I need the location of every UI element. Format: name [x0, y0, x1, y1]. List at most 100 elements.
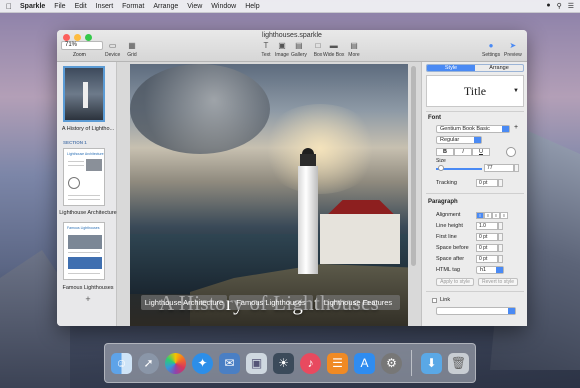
device-button[interactable]: ▭ Device [105, 40, 120, 59]
tab-arrange[interactable]: Arrange [475, 65, 523, 71]
space-after-stepper[interactable] [498, 255, 503, 263]
appstore-icon[interactable]: A [354, 352, 375, 374]
first-line-label: First line [436, 234, 457, 240]
zoom-select[interactable]: 71% [61, 41, 103, 50]
font-color-well[interactable] [506, 147, 516, 157]
downloads-icon[interactable]: ⬇ [421, 352, 442, 374]
space-before-label: Space before [436, 245, 469, 251]
user-icon[interactable]: ● [546, 2, 550, 10]
style-dropdown-icon[interactable]: ▼ [513, 88, 519, 94]
preview-icon[interactable]: ▣ [246, 352, 267, 374]
page-3-label[interactable]: Famous Lighthouses [59, 285, 117, 291]
revert-to-style-button[interactable]: Revert to style [478, 278, 518, 286]
page-2-label[interactable]: Lighthouse Architecture [59, 210, 117, 216]
menu-insert[interactable]: Insert [96, 3, 114, 10]
editor-canvas[interactable]: A History of Lighthouses [117, 62, 421, 326]
underline-button[interactable]: U [472, 148, 490, 156]
gallery-button[interactable]: ▤ Gallery [291, 40, 307, 59]
apple-icon[interactable]:  [6, 2, 12, 11]
menu-file[interactable]: File [54, 3, 65, 10]
align-right-icon[interactable]: ≡ [492, 212, 500, 219]
lighthouse-image [298, 166, 318, 274]
size-stepper[interactable] [514, 164, 519, 172]
link-checkbox[interactable] [432, 298, 437, 303]
bold-button[interactable]: B [436, 148, 454, 156]
menu-window[interactable]: Window [211, 3, 236, 10]
nav-button-architecture[interactable]: Lighthouse Architecture [141, 295, 227, 310]
image-button[interactable]: ▣ Image [275, 40, 289, 59]
first-line-field[interactable]: 0 pt [476, 233, 498, 241]
page-thumbnail-1[interactable] [63, 66, 105, 122]
space-before-field[interactable]: 0 pt [476, 244, 498, 252]
page-1-label[interactable]: A History of Lightho... [59, 126, 117, 132]
tab-style[interactable]: Style [427, 65, 475, 71]
text-button[interactable]: T Text [259, 40, 273, 59]
canvas-scrollbar[interactable] [411, 66, 416, 266]
tracking-stepper[interactable] [498, 179, 503, 187]
widebox-button[interactable]: ▬ Wide Box [323, 40, 344, 59]
inspector-tabs: Style Arrange [426, 64, 524, 72]
space-before-stepper[interactable] [498, 244, 503, 252]
page-thumbnail-3[interactable]: Famous Lighthouses [63, 222, 105, 280]
image-icon: ▣ [278, 40, 286, 50]
align-left-icon[interactable]: ≡ [476, 212, 484, 219]
preview-icon: ➤ [509, 40, 517, 50]
menu-edit[interactable]: Edit [75, 3, 87, 10]
preview-button[interactable]: ➤ Preview [504, 40, 522, 59]
italic-button[interactable]: I [454, 148, 472, 156]
search-icon[interactable]: ⚲ [557, 2, 562, 10]
music-icon[interactable]: ♪ [300, 352, 321, 374]
size-label: Size [436, 158, 446, 164]
first-line-stepper[interactable] [498, 233, 503, 241]
nav-button-famous[interactable]: Famous Lighthouses [229, 295, 313, 310]
size-slider-knob[interactable] [438, 165, 444, 171]
line-height-label: Line height [436, 223, 463, 229]
settings-icon[interactable]: ⚙ [381, 352, 402, 374]
style-preview[interactable]: Title [426, 75, 524, 107]
list-icon[interactable]: ☰ [568, 2, 574, 10]
photos-app-icon[interactable]: ☀ [273, 352, 294, 374]
slide-hero-image[interactable]: A History of Lighthouses [130, 64, 408, 326]
page-thumbnail-2[interactable]: Lighthouse Architecture [63, 148, 105, 206]
photos-icon[interactable] [165, 352, 186, 374]
menu-view[interactable]: View [187, 3, 202, 10]
tracking-field[interactable]: 0 pt [476, 179, 498, 187]
space-after-label: Space after [436, 256, 465, 262]
books-icon[interactable]: ☰ [327, 352, 348, 374]
size-field[interactable]: 77 [484, 164, 514, 172]
font-family-select[interactable]: Gentium Book Basic [436, 125, 510, 133]
add-font-icon[interactable]: + [514, 124, 518, 131]
more-button[interactable]: ▤ More [347, 40, 361, 59]
align-center-icon[interactable]: ≡ [484, 212, 492, 219]
toolbar: lighthouses.sparkle 71% Zoom ▭ Device ▦ … [57, 30, 527, 62]
grid-button[interactable]: ▦ Grid [125, 40, 139, 59]
mail-icon[interactable]: ✉ [219, 352, 240, 374]
html-tag-select[interactable]: h1 [476, 266, 504, 274]
align-justify-icon[interactable]: ≡ [500, 212, 508, 219]
apply-to-style-button[interactable]: Apply to style [436, 278, 474, 286]
space-after-field[interactable]: 0 pt [476, 255, 498, 263]
page-sidebar: A History of Lightho... SECTION 1 Lighth… [57, 62, 117, 326]
link-label: Link [440, 297, 451, 303]
trash-icon[interactable]: 🗑 [448, 352, 469, 374]
tracking-label: Tracking [436, 180, 457, 186]
font-weight-select[interactable]: Regular [436, 136, 482, 144]
add-page-button[interactable]: + [59, 294, 117, 304]
settings-icon: ● [488, 40, 494, 50]
safari-icon[interactable]: ✦ [192, 352, 213, 374]
nav-button-features[interactable]: Lighthouse Features [316, 295, 400, 310]
link-select[interactable] [436, 307, 516, 315]
finder-icon[interactable]: ☺ [111, 352, 132, 374]
launchpad-icon[interactable]: ➚ [138, 352, 159, 374]
line-height-stepper[interactable] [498, 222, 503, 230]
settings-button[interactable]: ● Settings [482, 40, 500, 59]
line-height-field[interactable]: 1.0 [476, 222, 498, 230]
menu-arrange[interactable]: Arrange [153, 3, 178, 10]
more-icon: ▤ [350, 40, 358, 50]
section-label[interactable]: SECTION 1 [63, 140, 87, 145]
thumb-3-title: Famous Lighthouses [67, 226, 100, 230]
widebox-icon: ▬ [329, 40, 338, 50]
menu-format[interactable]: Format [122, 3, 144, 10]
menu-help[interactable]: Help [245, 3, 259, 10]
menu-app-name[interactable]: Sparkle [20, 3, 45, 10]
